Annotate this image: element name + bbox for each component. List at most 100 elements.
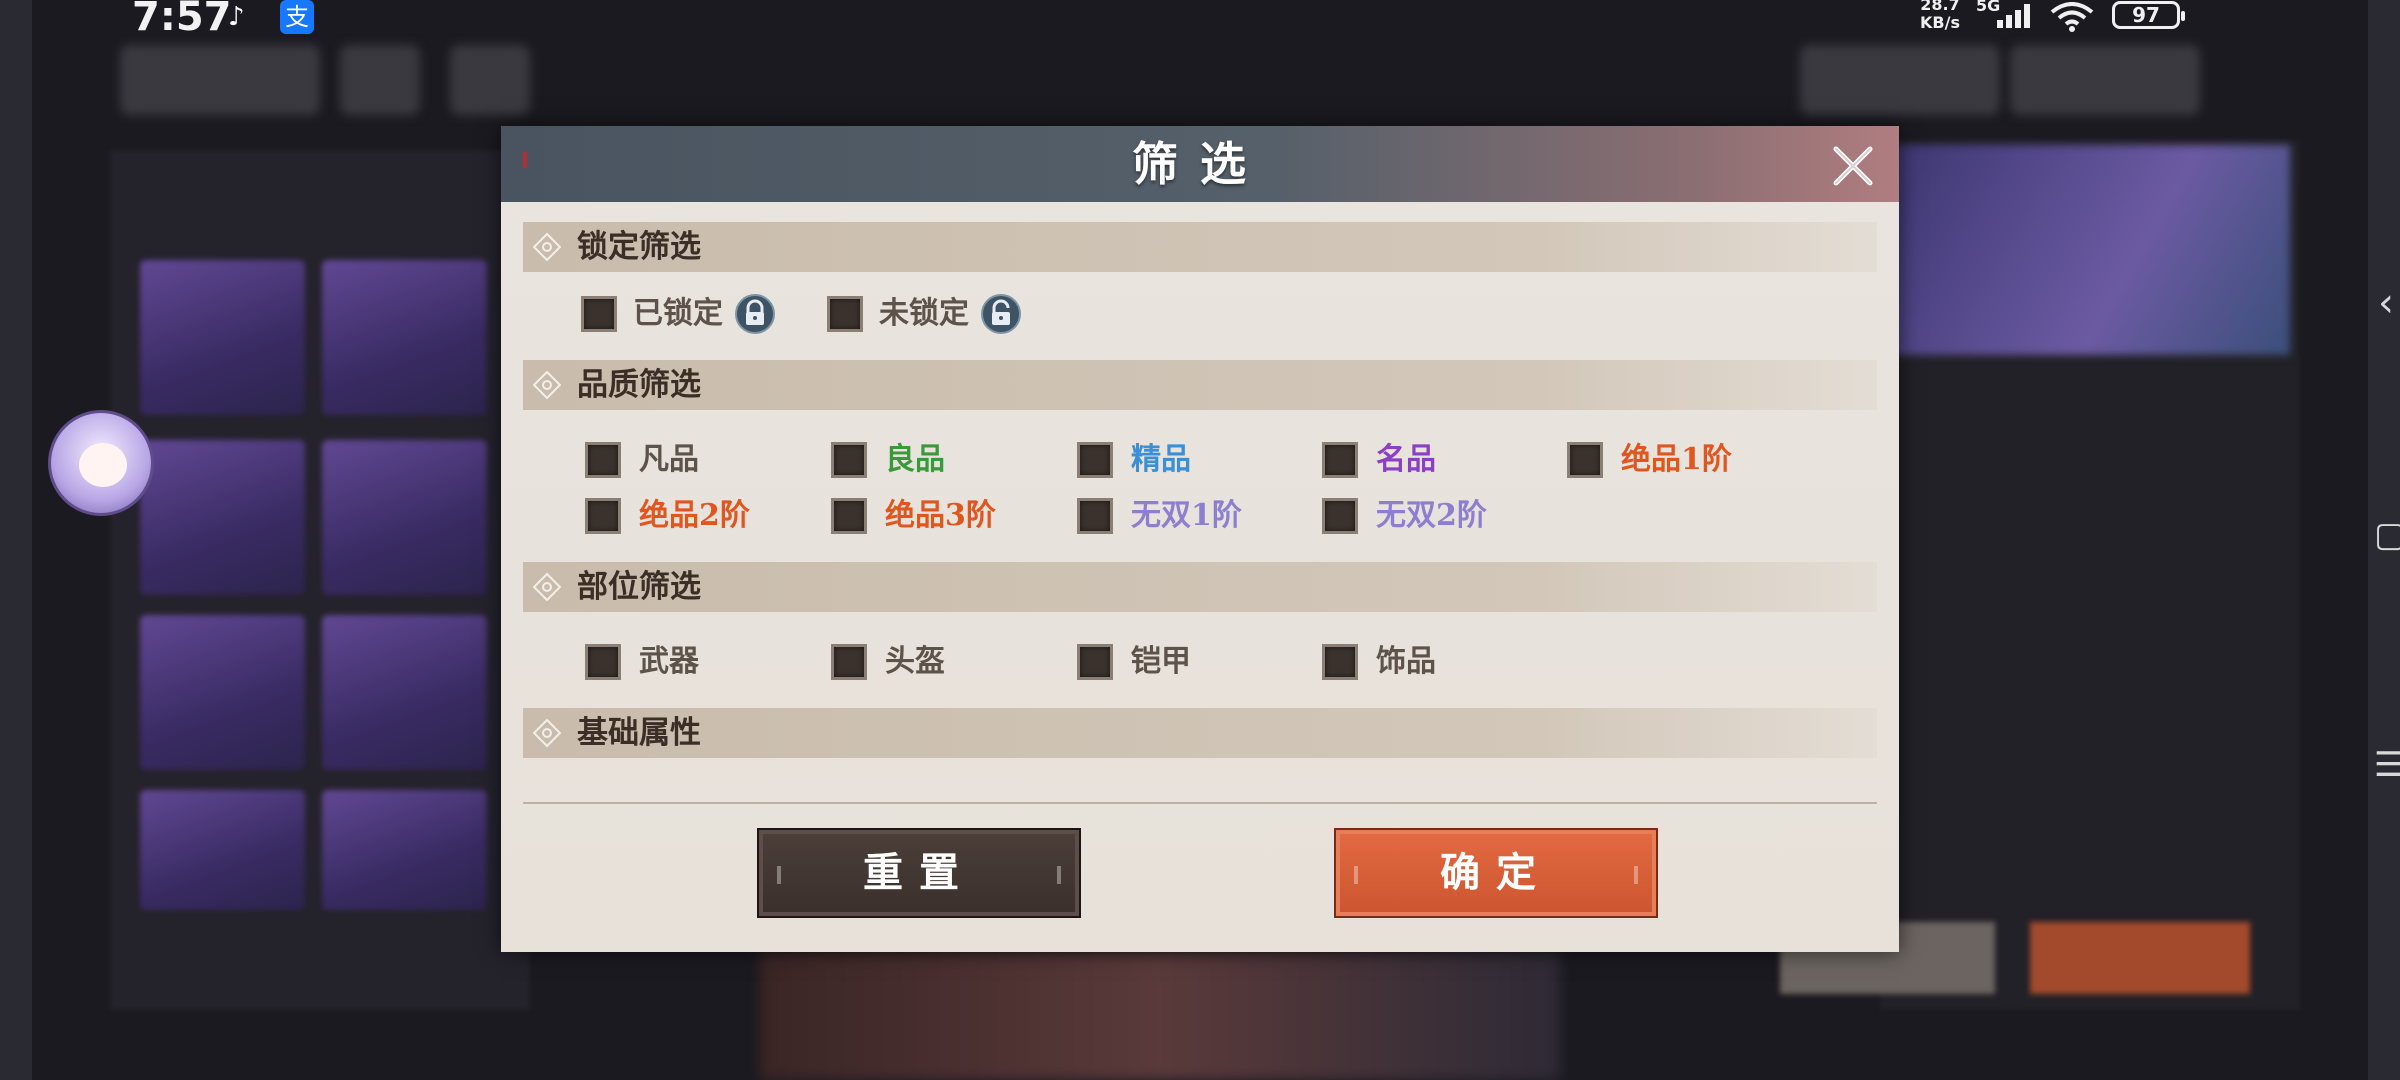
signal-icon (1997, 4, 2030, 28)
button-ornament (777, 866, 781, 884)
section-slot-filter: 部位筛选 (523, 562, 1877, 612)
button-ornament (1057, 866, 1061, 884)
checkbox[interactable] (1322, 644, 1358, 680)
section-lock-filter: 锁定筛选 (523, 222, 1877, 272)
reset-button[interactable]: 重置 (757, 828, 1081, 918)
checkbox[interactable] (831, 442, 867, 478)
alipay-icon: 支 (280, 0, 314, 34)
unlocked-icon (981, 294, 1021, 334)
confirm-button[interactable]: 确定 (1334, 828, 1658, 918)
checkbox[interactable] (581, 296, 617, 332)
option-slot-weapon[interactable]: 武器 (585, 642, 785, 682)
option-label: 头盔 (885, 644, 945, 679)
status-time: 7:57 (132, 0, 232, 40)
battery-indicator: 97 (2112, 1, 2185, 29)
diamond-icon (533, 371, 561, 399)
bg-topbar-blob (340, 45, 420, 115)
option-label: 绝品3阶 (885, 498, 996, 533)
avatar-face (79, 443, 127, 487)
bg-topbar-blob (450, 45, 530, 115)
checkbox[interactable] (1077, 498, 1113, 534)
button-ornament (1354, 866, 1358, 884)
divider (523, 802, 1877, 804)
network-speed-value: 28.7 (1920, 0, 1960, 14)
option-slot-accessory[interactable]: 饰品 (1322, 642, 1522, 682)
bg-item-tile (322, 790, 487, 910)
option-quality-superb-3[interactable]: 绝品3阶 (831, 496, 1051, 536)
section-title: 锁定筛选 (577, 229, 701, 265)
bg-topbar-blob (120, 45, 320, 115)
option-quality-famous[interactable]: 名品 (1322, 440, 1522, 480)
bg-item-tile (322, 615, 487, 770)
bg-characters (760, 950, 1560, 1080)
checkbox[interactable] (1567, 442, 1603, 478)
option-quality-fine[interactable]: 精品 (1077, 440, 1277, 480)
filter-dialog: 筛选 锁定筛选 已锁定 未锁定 品质筛选 凡品 良品 精品 名品 绝品1阶 绝品… (501, 126, 1899, 952)
diamond-icon (533, 573, 561, 601)
network-speed: 28.7 KB/s (1920, 0, 1960, 32)
checkbox[interactable] (1322, 498, 1358, 534)
checkbox[interactable] (1322, 442, 1358, 478)
bg-topbar-blob (1800, 45, 2000, 115)
bg-item-tile (140, 440, 305, 595)
option-label: 武器 (639, 644, 699, 679)
diamond-icon (533, 233, 561, 261)
option-label: 绝品1阶 (1621, 442, 1732, 477)
option-label: 良品 (885, 442, 945, 477)
option-label: 无双1阶 (1131, 498, 1242, 533)
network-speed-unit: KB/s (1920, 13, 1960, 32)
diamond-icon (533, 719, 561, 747)
option-label: 饰品 (1376, 644, 1436, 679)
bg-item-tile (322, 440, 487, 595)
option-label: 铠甲 (1131, 644, 1191, 679)
option-slot-armor[interactable]: 铠甲 (1077, 642, 1277, 682)
menu-icon[interactable]: ☰ (2374, 745, 2400, 785)
bg-item-tile (322, 260, 487, 415)
bg-item-tile (140, 615, 305, 770)
option-quality-peerless-1[interactable]: 无双1阶 (1077, 496, 1297, 536)
option-quality-good[interactable]: 良品 (831, 440, 1031, 480)
option-label: 无双2阶 (1376, 498, 1487, 533)
locked-icon (735, 294, 775, 334)
confirm-button-label: 确定 (1440, 849, 1552, 896)
section-title: 品质筛选 (577, 367, 701, 403)
checkbox[interactable] (827, 296, 863, 332)
checkbox[interactable] (585, 442, 621, 478)
section-title: 基础属性 (577, 715, 701, 751)
checkbox[interactable] (1077, 442, 1113, 478)
option-label: 绝品2阶 (639, 498, 750, 533)
button-ornament (1634, 866, 1638, 884)
wifi-icon (2050, 2, 2094, 32)
square-icon[interactable]: ▢ (2374, 515, 2400, 555)
bg-item-tile (140, 790, 305, 910)
reset-button-label: 重置 (863, 849, 975, 896)
option-quality-superb-1[interactable]: 绝品1阶 (1567, 440, 1787, 480)
checkbox[interactable] (1077, 644, 1113, 680)
checkbox[interactable] (585, 498, 621, 534)
option-label: 凡品 (639, 442, 699, 477)
floating-avatar[interactable] (48, 410, 154, 516)
section-title: 部位筛选 (577, 569, 701, 605)
dialog-title: 筛选 (1132, 137, 1268, 191)
option-slot-helmet[interactable]: 头盔 (831, 642, 1031, 682)
section-base-attribute[interactable]: 基础属性 (523, 708, 1877, 758)
option-label: 名品 (1376, 442, 1436, 477)
option-label: 已锁定 (633, 296, 723, 331)
bg-item-tile (140, 260, 305, 415)
bg-button (2030, 922, 2250, 994)
checkbox[interactable] (585, 644, 621, 680)
close-icon[interactable] (1831, 144, 1875, 188)
chevron-left-icon[interactable]: ‹ (2378, 280, 2394, 326)
bg-topbar-blob (2010, 45, 2200, 115)
left-frame (0, 0, 32, 1080)
option-quality-superb-2[interactable]: 绝品2阶 (585, 496, 805, 536)
tiktok-icon: ♪ (228, 2, 245, 32)
checkbox[interactable] (831, 498, 867, 534)
option-locked[interactable]: 已锁定 (581, 294, 811, 334)
checkbox[interactable] (831, 644, 867, 680)
option-quality-peerless-2[interactable]: 无双2阶 (1322, 496, 1542, 536)
option-label: 未锁定 (879, 296, 969, 331)
option-label: 精品 (1131, 442, 1191, 477)
option-quality-common[interactable]: 凡品 (585, 440, 785, 480)
option-unlocked[interactable]: 未锁定 (827, 294, 1057, 334)
